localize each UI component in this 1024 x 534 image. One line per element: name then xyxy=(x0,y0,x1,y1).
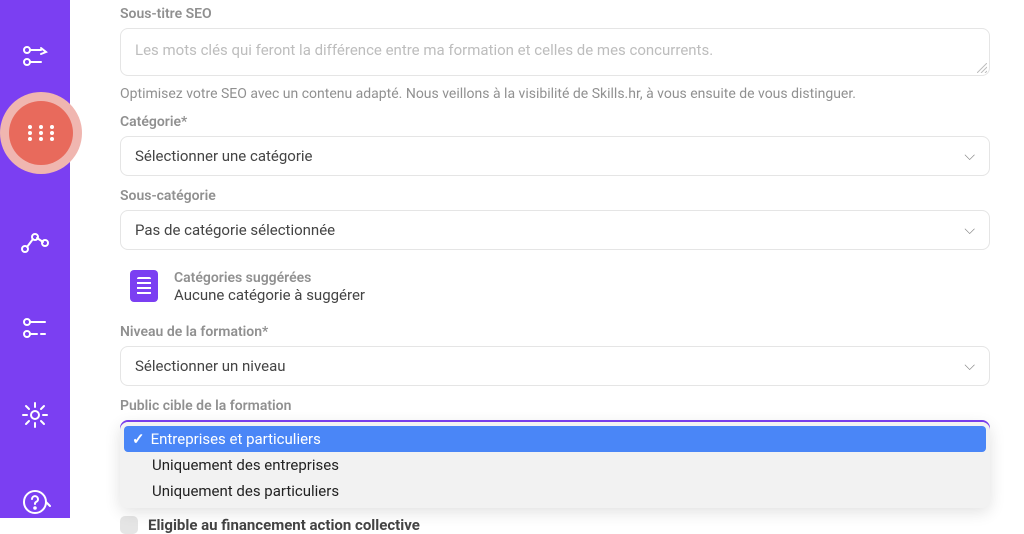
seo-help-text: Optimisez votre SEO avec un contenu adap… xyxy=(120,86,1010,102)
suggested-title: Catégories suggérées xyxy=(174,270,365,286)
seo-subtitle-label: Sous-titre SEO xyxy=(120,6,1010,22)
build-icon[interactable] xyxy=(15,40,55,72)
check-icon: ✓ xyxy=(132,430,145,448)
subcategory-placeholder: Pas de catégorie sélectionnée xyxy=(135,221,335,239)
settings-icon[interactable] xyxy=(15,399,55,431)
audience-option-2[interactable]: Uniquement des particuliers xyxy=(124,478,986,504)
audience-dropdown: ✓ Entreprises et particuliers Uniquement… xyxy=(120,422,990,508)
audience-option-label: Entreprises et particuliers xyxy=(151,430,321,448)
seo-subtitle-placeholder: Les mots clés qui feront la différence e… xyxy=(135,41,713,59)
category-placeholder: Sélectionner une catégorie xyxy=(135,147,313,165)
level-select[interactable]: Sélectionner un niveau ⌵ xyxy=(120,346,990,386)
suggested-text: Aucune catégorie à suggérer xyxy=(174,286,365,304)
level-label: Niveau de la formation* xyxy=(120,324,1010,340)
audience-option-label: Uniquement des particuliers xyxy=(152,482,339,500)
subcategory-label: Sous-catégorie xyxy=(120,188,1010,204)
resize-handle-icon[interactable] xyxy=(977,63,987,73)
chevron-down-icon: ⌵ xyxy=(964,148,975,164)
eligible-row: Eligible au financement action collectiv… xyxy=(120,516,1010,534)
chevron-down-icon: ⌵ xyxy=(964,222,975,238)
level-placeholder: Sélectionner un niveau xyxy=(135,357,286,375)
audience-label: Public cible de la formation xyxy=(120,398,1010,414)
equalizer-icon[interactable] xyxy=(15,312,55,344)
chevron-down-icon: ⌵ xyxy=(964,358,975,374)
grid-icon[interactable] xyxy=(9,101,73,165)
audience-option-1[interactable]: Uniquement des entreprises xyxy=(124,452,986,478)
eligible-checkbox[interactable] xyxy=(120,516,138,534)
category-select[interactable]: Sélectionner une catégorie ⌵ xyxy=(120,136,990,176)
sidebar-active-indicator xyxy=(0,92,82,174)
subcategory-select[interactable]: Pas de catégorie sélectionnée ⌵ xyxy=(120,210,990,250)
audience-option-0[interactable]: ✓ Entreprises et particuliers xyxy=(124,426,986,452)
suggested-categories: Catégories suggérées Aucune catégorie à … xyxy=(120,262,1010,312)
eligible-label: Eligible au financement action collectiv… xyxy=(148,516,420,534)
form-content: Sous-titre SEO Les mots clés qui feront … xyxy=(120,0,1020,534)
analytics-icon[interactable] xyxy=(15,225,55,257)
sidebar xyxy=(0,0,70,518)
seo-subtitle-textarea[interactable]: Les mots clés qui feront la différence e… xyxy=(120,28,990,76)
help-icon[interactable] xyxy=(15,486,55,518)
audience-option-label: Uniquement des entreprises xyxy=(152,456,339,474)
notepad-icon xyxy=(130,270,158,302)
category-label: Catégorie* xyxy=(120,114,1010,130)
